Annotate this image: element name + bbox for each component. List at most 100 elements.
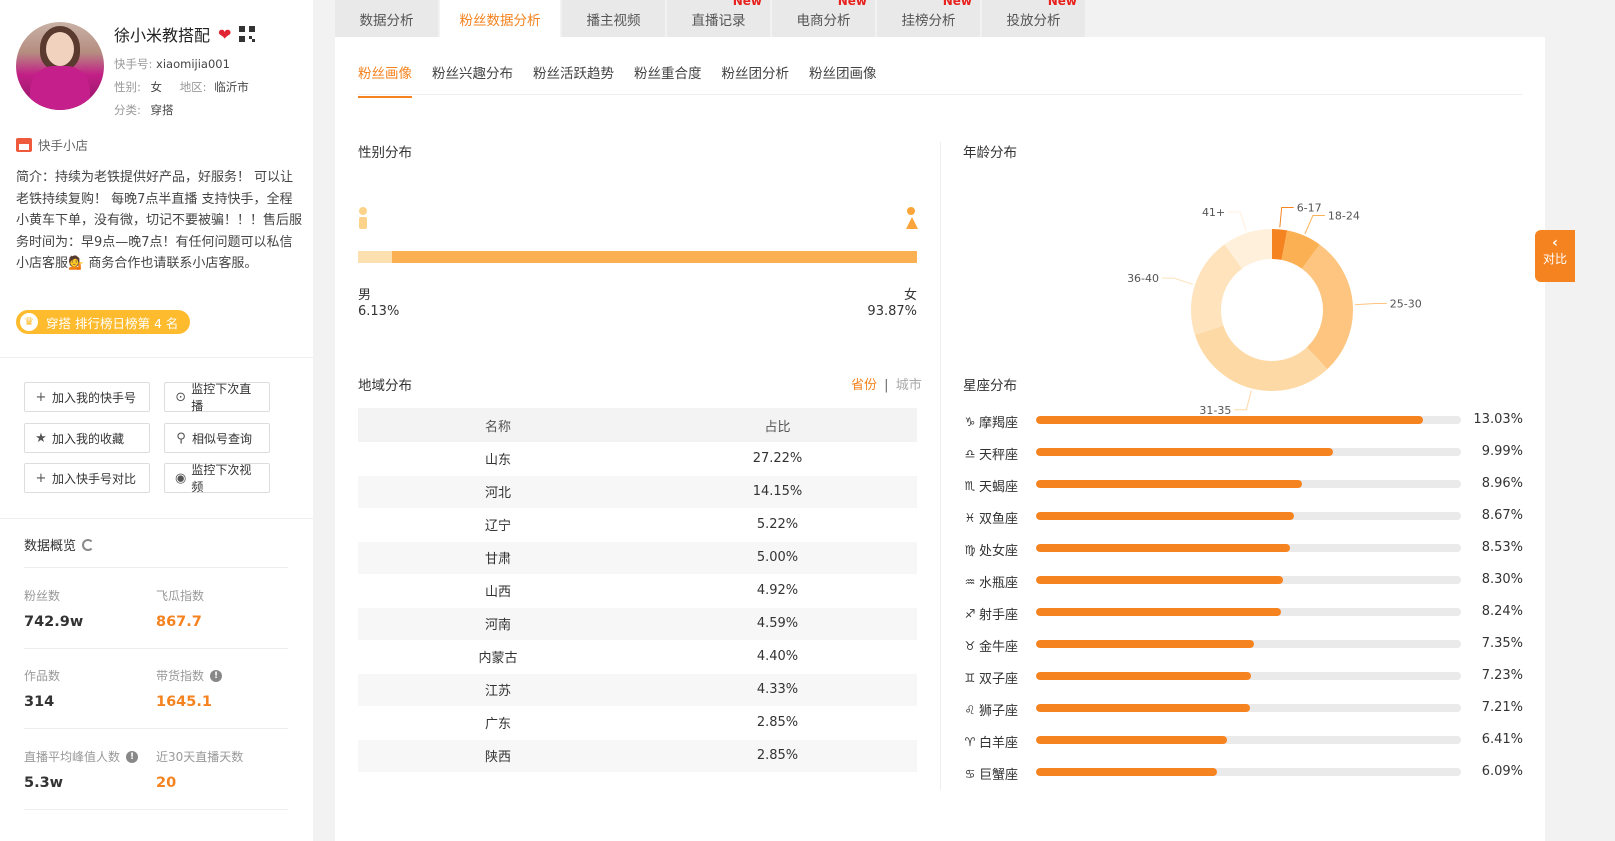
tab-label: 数据分析	[359, 12, 414, 29]
rank-badge-text: 穿搭 排行榜日榜第 4 名	[46, 315, 179, 331]
zodiac-bar-track	[1036, 736, 1461, 744]
zodiac-symbol-icon: ♓	[964, 510, 976, 525]
kuaishou-shop-link[interactable]: 快手小店	[16, 135, 88, 154]
toggle-province[interactable]: 省份	[851, 378, 877, 393]
female-ratio-fill	[392, 251, 917, 263]
zodiac-bar-track	[1036, 640, 1461, 648]
heart-icon: ❤	[218, 24, 232, 44]
tab-ad-analysis[interactable]: New 投放分析	[982, 0, 1085, 37]
refresh-icon[interactable]	[82, 538, 95, 551]
region-ratio: 4.59%	[638, 607, 917, 641]
region-ratio: 2.85%	[638, 739, 917, 773]
tab-fan-data-analysis[interactable]: 粉丝数据分析	[440, 0, 560, 37]
zodiac-row: ♓ 双鱼座 8.67%	[963, 506, 1523, 528]
zodiac-percent: 8.30%	[1481, 572, 1523, 587]
region-value: 临沂市	[214, 80, 249, 94]
age-slice-label: 18-24	[1328, 209, 1360, 222]
subtab-fan-group-analysis[interactable]: 粉丝团分析	[722, 62, 790, 98]
zodiac-symbol-icon: ♊	[964, 670, 976, 685]
zodiac-bar-track	[1036, 480, 1461, 488]
tab-live-records[interactable]: New 直播记录	[667, 0, 770, 37]
info-icon[interactable]: !	[210, 669, 223, 682]
sales-index-label-row: 带货指数 !	[156, 667, 223, 684]
column-header-ratio: 占比	[638, 408, 917, 442]
fans-label: 粉丝数	[24, 589, 61, 603]
toggle-city[interactable]: 城市	[896, 378, 922, 393]
zodiac-row: ♌ 狮子座 7.21%	[963, 698, 1523, 719]
zodiac-name: ♊ 双子座	[963, 668, 1018, 688]
monitor-video-button[interactable]: ◉ 监控下次视频	[164, 463, 270, 494]
account-name: 徐小米教搭配	[114, 26, 211, 45]
zodiac-bar-track	[1036, 672, 1461, 680]
intro-text: 简介：持续为老铁提供好产品，好服务！ 可以让老铁持续复购！ 每晚7点半直播 支持…	[16, 170, 303, 271]
kuaishou-id-label: 快手号:	[114, 57, 153, 71]
zodiac-label: 天秤座	[979, 448, 1019, 463]
live-peak-label: 直播平均峰值人数	[24, 750, 121, 764]
zodiac-name: ♋ 巨蟹座	[963, 764, 1019, 784]
zodiac-label: 摩羯座	[979, 416, 1019, 431]
zodiac-row: ♍ 处女座 8.53%	[963, 538, 1523, 559]
region-ratio: 4.92%	[638, 574, 917, 608]
add-compare-button[interactable]: + 加入快手号对比	[24, 463, 150, 493]
female-percent: 93.87%	[867, 304, 917, 319]
zodiac-percent: 6.41%	[1481, 732, 1523, 747]
rank-badge[interactable]: ♛ 穿搭 排行榜日榜第 4 名	[16, 310, 191, 334]
region-ratio: 14.15%	[638, 475, 917, 509]
new-badge: New	[837, 0, 867, 8]
zodiac-percent: 7.23%	[1481, 668, 1523, 683]
monitor-live-button[interactable]: ⊙ 监控下次直播	[164, 382, 270, 413]
eye-icon: ◉	[175, 470, 187, 486]
plus-icon: +	[35, 389, 47, 405]
region-name: 河北	[358, 475, 638, 509]
monitor-icon: ⊙	[175, 389, 187, 405]
toggle-separator: |	[884, 378, 889, 393]
zodiac-name: ♓ 双鱼座	[963, 508, 1018, 528]
column-header-name: 名称	[358, 408, 638, 442]
subtab-fan-activity[interactable]: 粉丝活跃趋势	[533, 62, 614, 98]
table-row: 陕西 2.85%	[358, 739, 917, 773]
similar-search-button[interactable]: ⚲ 相似号查询	[164, 423, 270, 453]
tab-ranking-analysis[interactable]: New 挂榜分析	[877, 0, 980, 37]
age-slice-label: 36-40	[1127, 272, 1159, 285]
qr-code-icon[interactable]	[239, 26, 256, 42]
works-value: 314	[24, 694, 55, 710]
region-ratio: 5.22%	[638, 508, 917, 542]
add-favorite-button[interactable]: ★ 加入我的收藏	[24, 423, 150, 453]
zodiac-symbol-icon: ♏	[964, 478, 976, 493]
zodiac-row: ♑ 摩羯座 13.03%	[963, 410, 1523, 432]
subtab-fan-portrait[interactable]: 粉丝画像	[358, 62, 412, 98]
subtab-fan-overlap[interactable]: 粉丝重合度	[634, 62, 702, 98]
tab-ecommerce-analysis[interactable]: New 电商分析	[772, 0, 875, 37]
feigua-value: 867.7	[156, 614, 202, 630]
subtab-fan-group-portrait[interactable]: 粉丝团画像	[809, 62, 877, 98]
zodiac-label: 巨蟹座	[979, 768, 1019, 783]
zodiac-bar	[1036, 736, 1227, 744]
zodiac-name: ♑ 摩羯座	[963, 412, 1019, 432]
tab-label: 挂榜分析	[901, 12, 956, 29]
region-ratio: 5.00%	[638, 541, 917, 575]
add-my-account-button[interactable]: + 加入我的快手号	[24, 382, 150, 412]
zodiac-percent: 13.03%	[1473, 412, 1523, 427]
star-icon: ★	[35, 430, 47, 446]
subtab-fan-interest[interactable]: 粉丝兴趣分布	[432, 62, 513, 98]
zodiac-bar-track	[1036, 704, 1461, 712]
age-leader-line	[1354, 303, 1387, 306]
zodiac-bar	[1036, 640, 1255, 648]
tab-creator-videos[interactable]: 播主视频	[562, 0, 665, 37]
region-label: 地区:	[179, 80, 207, 94]
avatar	[16, 22, 104, 110]
zodiac-name: ♒ 水瓶座	[963, 572, 1019, 592]
male-ratio-fill	[358, 251, 393, 263]
live-peak-label-row: 直播平均峰值人数 !	[24, 748, 139, 765]
main-tabs: 数据分析 粉丝数据分析 播主视频 New 直播记录 New 电商分析 New 挂榜分析…	[335, 0, 1087, 37]
live-days-value: 20	[156, 775, 177, 791]
zodiac-label: 水瓶座	[979, 576, 1019, 591]
kuaishou-id: xiaomijia001	[156, 57, 230, 71]
divider	[358, 94, 1522, 95]
zodiac-bar	[1036, 448, 1333, 456]
tab-data-analysis[interactable]: 数据分析	[335, 0, 438, 37]
zodiac-bar	[1036, 672, 1251, 680]
gender-ratio-bar	[358, 251, 917, 263]
compare-float-button[interactable]: ‹ 对比	[1535, 230, 1575, 282]
info-icon[interactable]: !	[126, 750, 139, 763]
